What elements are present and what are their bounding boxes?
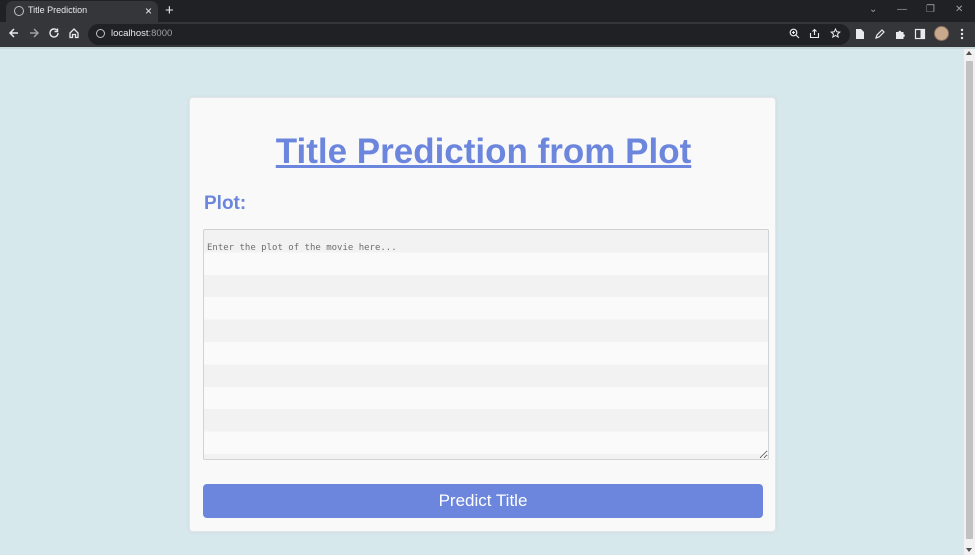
page-scrollbar[interactable] — [964, 49, 975, 555]
minimize-icon[interactable]: — — [897, 3, 907, 17]
side-panel-icon[interactable] — [914, 28, 926, 40]
close-window-icon[interactable]: ✕ — [955, 3, 963, 17]
tab-strip: Title Prediction × + ⌄ — ❐ ✕ — [0, 0, 975, 22]
new-tab-button[interactable]: + — [165, 1, 174, 21]
pen-icon[interactable] — [874, 28, 886, 40]
tab-label: Title Prediction — [28, 5, 88, 15]
home-icon[interactable] — [67, 27, 81, 41]
restore-icon[interactable]: ❐ — [926, 3, 935, 17]
star-icon[interactable] — [829, 27, 841, 40]
tab-title-prediction[interactable]: Title Prediction × — [6, 1, 158, 22]
plot-input[interactable] — [203, 229, 769, 460]
plot-label: Plot: — [204, 193, 247, 214]
profile-avatar[interactable] — [934, 26, 949, 41]
address-bar[interactable]: localhost:8000 — [88, 24, 850, 45]
puzzle-icon[interactable] — [894, 28, 906, 40]
scroll-down-arrow-icon[interactable] — [966, 548, 972, 552]
kebab-menu-icon[interactable] — [956, 28, 968, 40]
page-title: Title Prediction from Plot — [275, 132, 692, 171]
browser-toolbar: localhost:8000 — [0, 22, 975, 47]
globe-icon — [14, 6, 24, 16]
forward-arrow-icon[interactable] — [27, 27, 41, 41]
prediction-card: Title Prediction from Plot Plot: Predict… — [189, 97, 776, 532]
reload-icon[interactable] — [47, 27, 61, 41]
close-tab-icon[interactable]: × — [145, 3, 152, 19]
tab-search-icon[interactable]: ⌄ — [869, 3, 877, 17]
scroll-up-arrow-icon[interactable] — [966, 51, 972, 55]
document-icon[interactable] — [854, 28, 866, 40]
predict-title-button[interactable]: Predict Title — [203, 484, 763, 518]
scrollbar-thumb[interactable] — [966, 61, 973, 539]
url-text[interactable]: localhost:8000 — [111, 28, 172, 39]
viewport-divider — [0, 47, 975, 49]
share-icon[interactable] — [808, 28, 820, 40]
zoom-icon[interactable] — [788, 28, 800, 40]
info-icon[interactable] — [96, 29, 105, 38]
back-arrow-icon[interactable] — [7, 27, 21, 41]
